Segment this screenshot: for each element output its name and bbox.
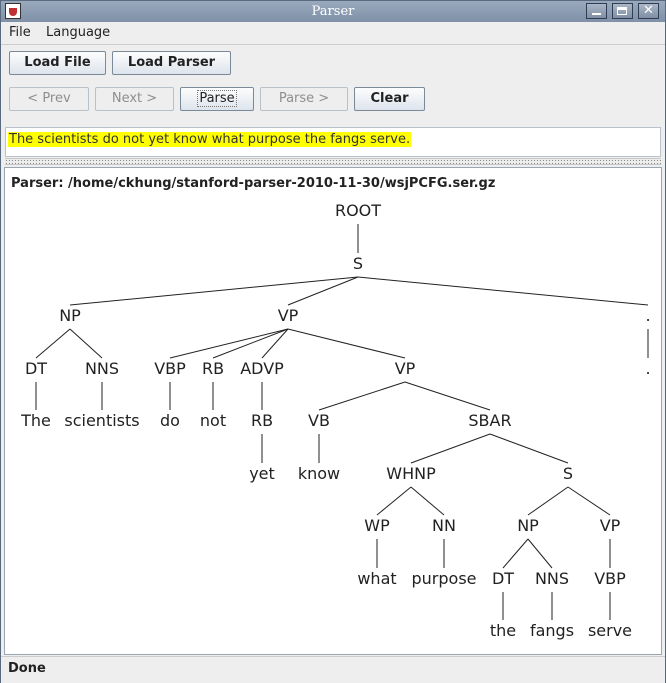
tree-node-label: ROOT bbox=[335, 201, 381, 220]
maximize-icon bbox=[617, 7, 627, 15]
tree-node-label: NN bbox=[432, 516, 456, 535]
tree-edge bbox=[69, 276, 359, 306]
tree-node-label: NNS bbox=[85, 359, 119, 378]
tree-edge bbox=[69, 328, 103, 359]
prev-button[interactable]: < Prev bbox=[9, 87, 89, 111]
tree-leaf-word: do bbox=[160, 411, 180, 430]
tree-node-label: SBAR bbox=[468, 411, 511, 430]
tree-leaf-word: what bbox=[357, 569, 396, 588]
tree-node-label: RB bbox=[251, 411, 273, 430]
tree-node-label: S bbox=[563, 464, 573, 483]
tree-leaf-word: not bbox=[200, 411, 226, 430]
tree-node-label: ADVP bbox=[240, 359, 284, 378]
tree-node-label: WHNP bbox=[386, 464, 436, 483]
window-title: Parser bbox=[311, 4, 355, 19]
tree-leaf-word: scientists bbox=[64, 411, 139, 430]
minimize-button[interactable] bbox=[586, 3, 607, 19]
tree-edge bbox=[489, 433, 569, 464]
menu-language[interactable]: Language bbox=[46, 25, 110, 40]
tree-edge bbox=[169, 328, 289, 359]
tree-node-label: DT bbox=[25, 359, 47, 378]
tree-node-label: NP bbox=[517, 516, 539, 535]
load-parser-button[interactable]: Load Parser bbox=[112, 51, 231, 75]
tree-edge bbox=[527, 486, 569, 516]
minimize-icon bbox=[592, 13, 601, 15]
tree-node-label: NP bbox=[59, 306, 81, 325]
tree-node-label: VP bbox=[278, 306, 299, 325]
tree-edge bbox=[404, 381, 491, 411]
tree-leaf-word: know bbox=[298, 464, 340, 483]
tree-edge bbox=[357, 276, 649, 306]
tree-edge bbox=[410, 486, 445, 516]
tree-node-label: . bbox=[645, 306, 650, 325]
close-button[interactable]: ✕ bbox=[638, 3, 659, 19]
maximize-button[interactable] bbox=[612, 3, 633, 19]
tree-node-label: VB bbox=[308, 411, 330, 430]
tree-leaf-word: serve bbox=[588, 621, 632, 640]
tree-node-label: RB bbox=[202, 359, 224, 378]
tree-edge bbox=[318, 381, 406, 411]
tree-edge bbox=[212, 328, 289, 359]
tree-edge bbox=[567, 486, 611, 516]
status-bar bbox=[1, 656, 665, 683]
tree-node-label: S bbox=[353, 254, 363, 273]
parser-window: Parser ✕ File Language Load File Load Pa… bbox=[0, 0, 666, 683]
tree-edge bbox=[502, 538, 529, 569]
tree-edge bbox=[376, 486, 412, 516]
tree-node-label: VP bbox=[395, 359, 416, 378]
sentence-text: The scientists do not yet know what purp… bbox=[8, 132, 412, 147]
close-icon: ✕ bbox=[643, 3, 654, 18]
tree-node-label: VBP bbox=[594, 569, 626, 588]
next-button[interactable]: Next > bbox=[95, 87, 174, 111]
tree-node-label: VP bbox=[600, 516, 621, 535]
menu-file[interactable]: File bbox=[9, 25, 31, 40]
parse-tree-panel: Parser: /home/ckhung/stanford-parser-201… bbox=[4, 167, 662, 655]
tree-edge bbox=[287, 276, 359, 306]
tree-node-label: VBP bbox=[154, 359, 186, 378]
status-text: Done bbox=[8, 661, 46, 676]
tree-node-label: DT bbox=[492, 569, 514, 588]
tree-leaf-word: the bbox=[490, 621, 516, 640]
tree-node-label: WP bbox=[364, 516, 390, 535]
tree-edge bbox=[410, 433, 491, 464]
sentence-input[interactable]: The scientists do not yet know what purp… bbox=[5, 127, 661, 157]
tree-edge bbox=[527, 538, 553, 569]
parse-tree: ROOTSNP VP .DT NNSThe scientistsVBP RB ADVP VPd… bbox=[20, 201, 650, 640]
tree-node-label: NNS bbox=[535, 569, 569, 588]
splitter-handle[interactable] bbox=[5, 158, 661, 165]
tree-leaf-word: yet bbox=[249, 464, 275, 483]
tree-leaf-word: purpose bbox=[412, 569, 477, 588]
tree-leaf-word: The bbox=[20, 411, 51, 430]
tree-edge bbox=[261, 328, 289, 359]
parse-button[interactable]: Parse bbox=[180, 87, 254, 111]
parse-button-label: Parse bbox=[197, 90, 237, 107]
clear-button[interactable]: Clear bbox=[354, 87, 425, 111]
title-bar[interactable]: Parser ✕ bbox=[1, 1, 665, 22]
load-file-button[interactable]: Load File bbox=[9, 51, 106, 75]
tree-edge bbox=[35, 328, 71, 359]
tree-edge bbox=[287, 328, 406, 359]
parse-next-button[interactable]: Parse > bbox=[260, 87, 348, 111]
tree-leaf-word: fangs bbox=[530, 621, 574, 640]
menu-bar: File Language bbox=[1, 22, 665, 45]
tree-leaf-word: . bbox=[645, 359, 650, 378]
